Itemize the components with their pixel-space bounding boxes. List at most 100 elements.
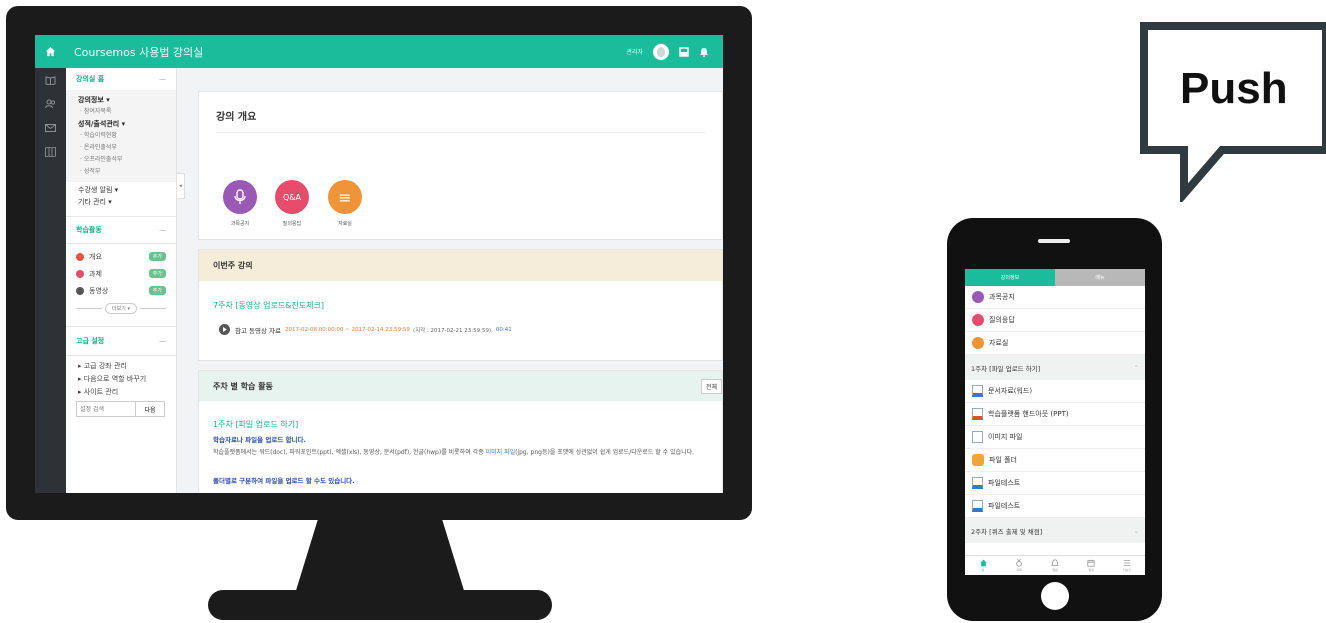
advanced-title[interactable]: 고급 설정 bbox=[76, 336, 104, 346]
this-week-header: 이번주 강의 bbox=[199, 250, 722, 281]
week1-intro: 학습자료나 파일을 업로드 합니다. bbox=[213, 436, 306, 444]
bottom-nav-course[interactable]: 과목 bbox=[1001, 556, 1037, 575]
phone-speaker bbox=[1038, 239, 1070, 243]
video-item-late: (지각 : 2017-02-21 23:59:59), bbox=[412, 327, 493, 334]
medal-icon bbox=[1016, 559, 1022, 567]
mobile-item-label: 과목공지 bbox=[989, 293, 1015, 301]
collapse-icon[interactable]: — bbox=[159, 226, 166, 234]
activity-row-overview[interactable]: 개요 추가 bbox=[66, 248, 176, 265]
advanced-item-switch-role[interactable]: ▸ 다음으로 역할 바꾸기 bbox=[66, 373, 176, 386]
mobile-file-label: 파일테스트 bbox=[988, 502, 1021, 510]
activity-label: 과제 bbox=[89, 269, 102, 278]
video-dot-icon bbox=[76, 286, 84, 295]
nav-item-participants[interactable]: · 참여자목록 bbox=[66, 106, 176, 118]
settings-search-button[interactable]: 다음 bbox=[136, 401, 165, 417]
print-icon[interactable] bbox=[679, 46, 689, 57]
mail-icon[interactable] bbox=[35, 116, 66, 140]
advanced-item-site-admin[interactable]: ▸ 사이트 관리 bbox=[66, 386, 176, 399]
mobile-item-label: 질의응답 bbox=[989, 316, 1015, 324]
home-button[interactable] bbox=[35, 35, 66, 68]
week7-link[interactable]: 7주차 [동영상 업로드&진도체크] bbox=[213, 300, 324, 311]
activities-header[interactable]: 학습활동 — bbox=[66, 217, 176, 243]
nav-item-offline-attendance[interactable]: · 오프라인출석부 bbox=[66, 154, 176, 166]
more-button[interactable]: 더보기 ▾ bbox=[105, 303, 137, 314]
advanced-header[interactable]: 고급 설정 — bbox=[66, 327, 176, 355]
nav-item-grades[interactable]: 성적/출석관리 ▾ bbox=[66, 118, 176, 130]
add-badge[interactable]: 추가 bbox=[148, 286, 166, 295]
list-icon: ≡ bbox=[328, 180, 362, 214]
top-bar: Coursemos 사용법 강의실 관리자 bbox=[35, 35, 723, 68]
video-item-period: 2017-02-08 00:00:00 ~ 2017-02-14 23:59:5… bbox=[285, 326, 410, 333]
add-badge[interactable]: 추가 bbox=[148, 269, 166, 278]
image-file-link[interactable]: 이미지 파일 bbox=[486, 449, 516, 456]
view-all-button[interactable]: 전체 bbox=[700, 378, 722, 394]
mobile-item-qna[interactable]: 질의응답 bbox=[965, 309, 1145, 332]
bottom-nav-more[interactable]: 더보기 bbox=[1109, 556, 1145, 575]
activities-title[interactable]: 학습활동 bbox=[76, 225, 102, 235]
nav-item-gradebook[interactable]: · 성적부 bbox=[66, 166, 176, 178]
nav-item-online-attendance[interactable]: · 온라인출석부 bbox=[66, 142, 176, 154]
bottom-nav-label: 일정 bbox=[1088, 568, 1094, 572]
course-info-block: 강의정보 ▾ · 참여자목록 성적/출석관리 ▾ · 학습이력현황 · 온라인출… bbox=[66, 90, 176, 182]
mobile-item-resources[interactable]: 자료실 bbox=[965, 332, 1145, 355]
resource-shortcut[interactable]: ≡ 자료실 bbox=[328, 180, 362, 227]
video-item-duration: 00:41 bbox=[495, 326, 512, 333]
mobile-file-row[interactable]: 파일테스트 bbox=[965, 495, 1145, 518]
play-icon bbox=[219, 324, 230, 335]
mobile-file-row[interactable]: 파일테스트 bbox=[965, 472, 1145, 495]
bottom-nav-label: 과목 bbox=[1016, 568, 1022, 572]
course-title[interactable]: Coursemos 사용법 강의실 bbox=[74, 44, 203, 60]
main-content: 강의 개요 과목공지 Q&A 질의응답 ≡ 자료실 이번주 강의 7주차 [동영… bbox=[198, 91, 723, 493]
notice-shortcut[interactable]: 과목공지 bbox=[223, 180, 257, 227]
mobile-file-row[interactable]: 문서자료(워드) bbox=[965, 380, 1145, 403]
nav-item-notifications[interactable]: 수강생 알림 ▾ bbox=[66, 184, 176, 196]
advanced-item-course-admin[interactable]: ▸ 고급 강좌 관리 bbox=[66, 360, 176, 373]
week1-link[interactable]: 1주차 [파일 업로드 하기] bbox=[213, 419, 298, 430]
weekly-title: 주차 별 학습 활동 bbox=[213, 381, 273, 391]
mobile-week2-header[interactable]: 2주차 [퀴즈 출제 및 채점] ⌄ bbox=[965, 518, 1145, 543]
list-icon bbox=[972, 337, 984, 349]
mobile-file-row[interactable]: 이미지 파일 bbox=[965, 426, 1145, 449]
nav-item-other[interactable]: 기타 관리 ▾ bbox=[66, 196, 176, 208]
mobile-file-label: 파일 폴더 bbox=[989, 456, 1017, 464]
bell-icon[interactable] bbox=[699, 47, 709, 57]
mobile-item-notice[interactable]: 과목공지 bbox=[965, 286, 1145, 309]
nav-item-history[interactable]: · 학습이력현황 bbox=[66, 130, 176, 142]
book-icon[interactable] bbox=[35, 68, 66, 92]
collapse-icon[interactable]: — bbox=[159, 337, 166, 345]
mobile-file-row[interactable]: 학습플랫폼 핸드아웃 (PPT) bbox=[965, 403, 1145, 426]
activity-row-assignment[interactable]: 과제 추가 bbox=[66, 265, 176, 282]
mobile-file-row[interactable]: 파일 폴더 bbox=[965, 449, 1145, 472]
collapse-icon[interactable]: — bbox=[159, 75, 166, 83]
bottom-nav-label: 더보기 bbox=[1122, 568, 1132, 572]
chevron-down-icon: ⌄ bbox=[1133, 526, 1139, 535]
this-week-card: 이번주 강의 7주차 [동영상 업로드&진도체크] 참고 동영상 자료 2017… bbox=[198, 249, 723, 361]
nav-home-header[interactable]: 강의실 홈 — bbox=[66, 68, 176, 90]
qna-icon bbox=[972, 314, 984, 326]
tab-menu[interactable]: 메뉴 bbox=[1055, 269, 1145, 286]
bottom-nav-alerts[interactable]: 알림 bbox=[1037, 556, 1073, 575]
users-icon[interactable] bbox=[35, 92, 66, 116]
qna-shortcut[interactable]: Q&A 질의응답 bbox=[275, 180, 309, 227]
activity-label: 개요 bbox=[89, 252, 102, 261]
weekly-activities-card: 주차 별 학습 활동 전체 1주차 [파일 업로드 하기] 학습자료나 파일을 … bbox=[198, 370, 723, 493]
avatar[interactable] bbox=[653, 43, 669, 60]
phone-home-button[interactable] bbox=[1041, 582, 1069, 610]
chevron-up-icon: ⌃ bbox=[1133, 363, 1139, 372]
monitor-stand bbox=[294, 519, 466, 597]
tab-course-info[interactable]: 강의정보 bbox=[965, 269, 1055, 286]
video-item-label[interactable]: 참고 동영상 자료 bbox=[235, 325, 281, 335]
activity-row-video[interactable]: 동영상 추가 bbox=[66, 282, 176, 299]
nav-home-title[interactable]: 강의실 홈 bbox=[76, 74, 104, 84]
panel-collapse-toggle[interactable]: ◂ bbox=[177, 173, 185, 199]
ppt-file-icon bbox=[972, 408, 983, 420]
video-item-row[interactable]: 참고 동영상 자료 2017-02-08 00:00:00 ~ 2017-02-… bbox=[219, 324, 512, 335]
add-badge[interactable]: 추가 bbox=[148, 252, 166, 261]
bottom-nav-calendar[interactable]: 일정 bbox=[1073, 556, 1109, 575]
qna-glyph: Q&A bbox=[282, 192, 301, 202]
map-icon[interactable] bbox=[35, 140, 66, 164]
settings-search-input[interactable] bbox=[76, 401, 136, 417]
bottom-nav-home[interactable]: 홈 bbox=[965, 556, 1001, 575]
nav-item-course-info[interactable]: 강의정보 ▾ bbox=[66, 94, 176, 106]
mobile-week1-header[interactable]: 1주차 [파일 업로드 하기] ⌃ bbox=[965, 355, 1145, 380]
